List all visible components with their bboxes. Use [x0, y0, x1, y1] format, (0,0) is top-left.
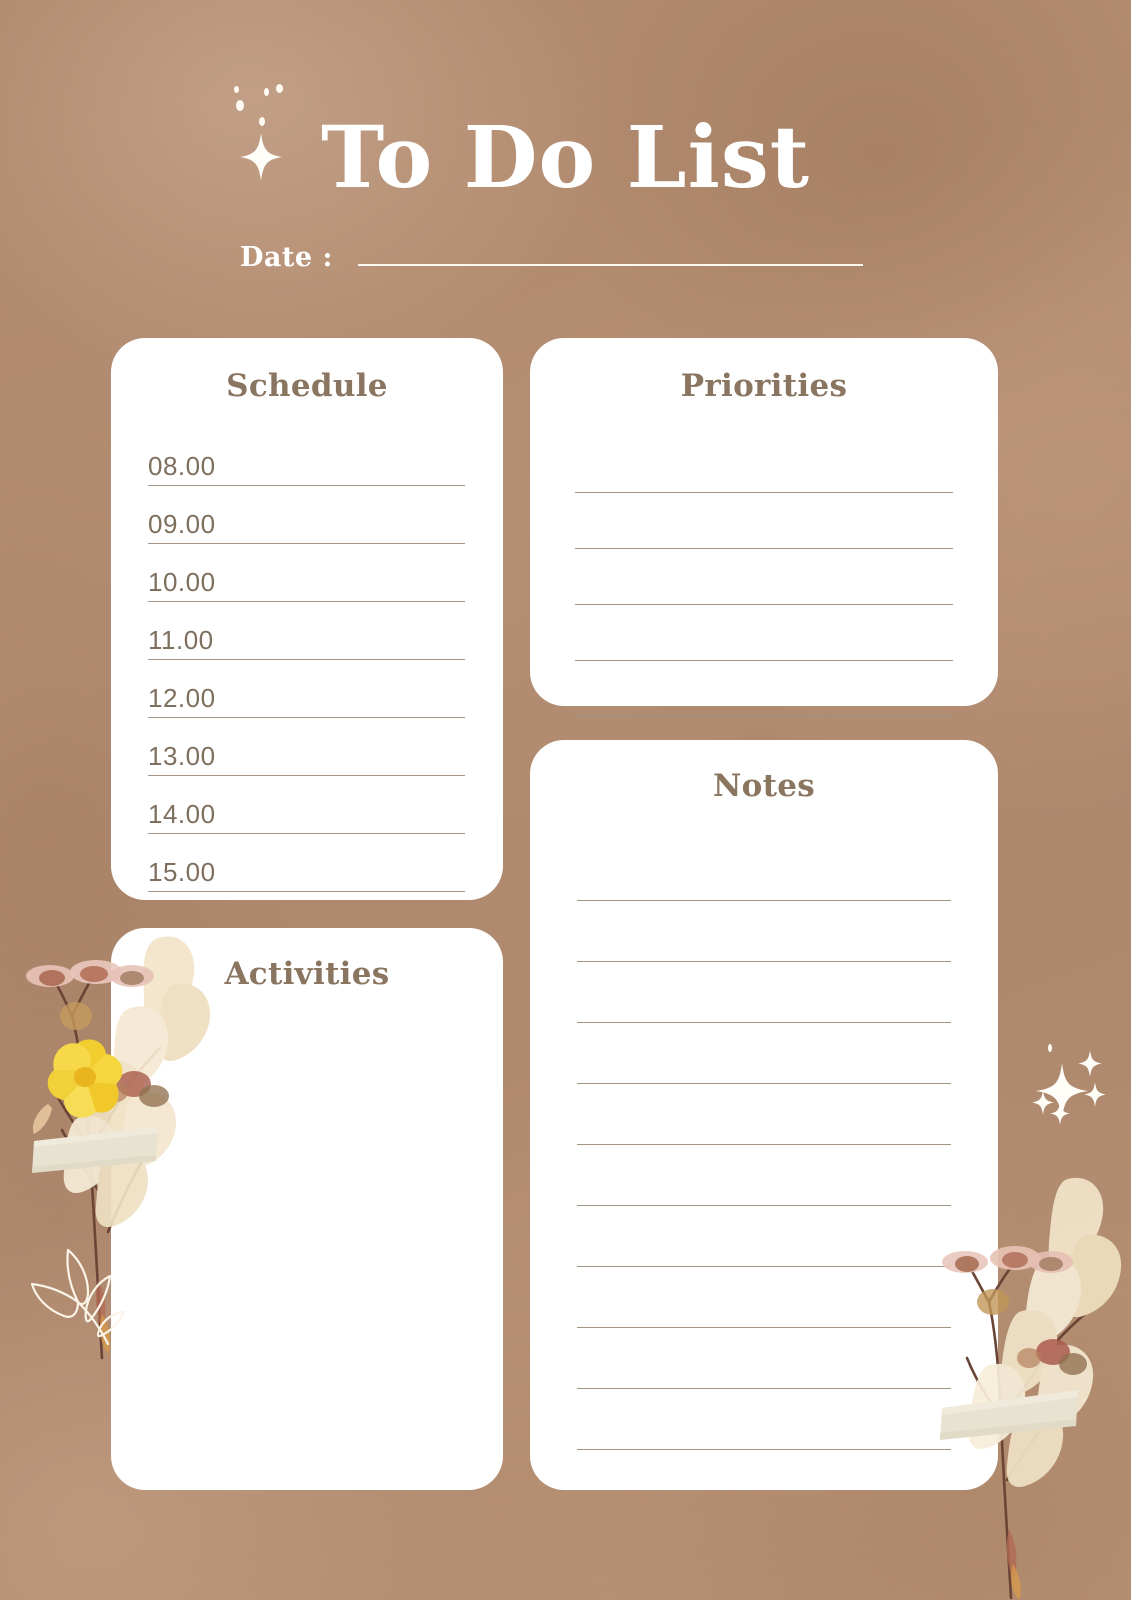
schedule-row[interactable]: 08.00: [148, 428, 465, 486]
note-line[interactable]: [577, 1023, 951, 1084]
note-line[interactable]: [577, 1145, 951, 1206]
note-line[interactable]: [577, 1389, 951, 1450]
priority-line[interactable]: [575, 493, 953, 549]
schedule-title: Schedule: [226, 368, 388, 404]
notes-card: Notes: [530, 740, 998, 1490]
priority-line[interactable]: [575, 549, 953, 605]
priority-line[interactable]: [575, 605, 953, 661]
priorities-title: Priorities: [680, 368, 848, 404]
schedule-time-label: 11.00: [148, 625, 214, 655]
schedule-row[interactable]: 15.00: [148, 834, 465, 892]
schedule-time-label: 09.00: [148, 509, 216, 539]
date-row: Date :: [240, 242, 863, 273]
sparkle-icon: [1084, 1082, 1106, 1107]
note-line[interactable]: [577, 901, 951, 962]
schedule-row[interactable]: 11.00: [148, 602, 465, 660]
note-line[interactable]: [577, 1206, 951, 1267]
sparkle-dot: [236, 100, 244, 111]
date-label: Date :: [240, 242, 333, 273]
schedule-row[interactable]: 09.00: [148, 486, 465, 544]
washi-tape-icon: [940, 1390, 1078, 1440]
priorities-card: Priorities: [530, 338, 998, 717]
sparkle-dot: [264, 88, 269, 96]
notes-lines: [530, 840, 998, 1450]
sparkle-dot: [234, 86, 239, 93]
priority-line[interactable]: [575, 661, 953, 717]
schedule-time-label: 12.00: [148, 683, 216, 713]
schedule-time-label: 13.00: [148, 741, 216, 771]
note-line[interactable]: [577, 1084, 951, 1145]
note-line[interactable]: [577, 1328, 951, 1389]
schedule-row[interactable]: 12.00: [148, 660, 465, 718]
note-line[interactable]: [577, 962, 951, 1023]
schedule-card: Schedule 08.00 09.00 10.00 11.00 12.00 13.00 1…: [111, 338, 503, 900]
schedule-row[interactable]: 10.00: [148, 544, 465, 602]
schedule-row[interactable]: 14.00: [148, 776, 465, 834]
schedule-time-label: 08.00: [148, 451, 216, 481]
activities-card[interactable]: Activities: [111, 928, 503, 1490]
sparkle-dot: [1048, 1044, 1052, 1052]
date-input[interactable]: [357, 264, 863, 266]
sparkle-dot: [276, 84, 283, 93]
schedule-rows: 08.00 09.00 10.00 11.00 12.00 13.00 14.00 15.00: [111, 428, 503, 892]
sparkle-icon: [1078, 1050, 1102, 1077]
schedule-time-label: 15.00: [148, 857, 216, 887]
page-title: To Do List: [321, 108, 810, 208]
sparkle-dot: [259, 117, 265, 126]
priority-line[interactable]: [575, 437, 953, 493]
sparkle-icon: [240, 133, 282, 181]
priorities-lines: [530, 437, 998, 717]
note-line[interactable]: [577, 840, 951, 901]
note-line[interactable]: [577, 1267, 951, 1328]
washi-tape-icon: [32, 1127, 158, 1173]
schedule-row[interactable]: 13.00: [148, 718, 465, 776]
activities-title: Activities: [224, 956, 390, 992]
sparkle-icon: [1050, 1102, 1070, 1125]
schedule-time-label: 14.00: [148, 799, 216, 829]
leaf-sprig-icon: [30, 1248, 126, 1346]
schedule-time-label: 10.00: [148, 567, 216, 597]
notes-title: Notes: [712, 768, 815, 804]
